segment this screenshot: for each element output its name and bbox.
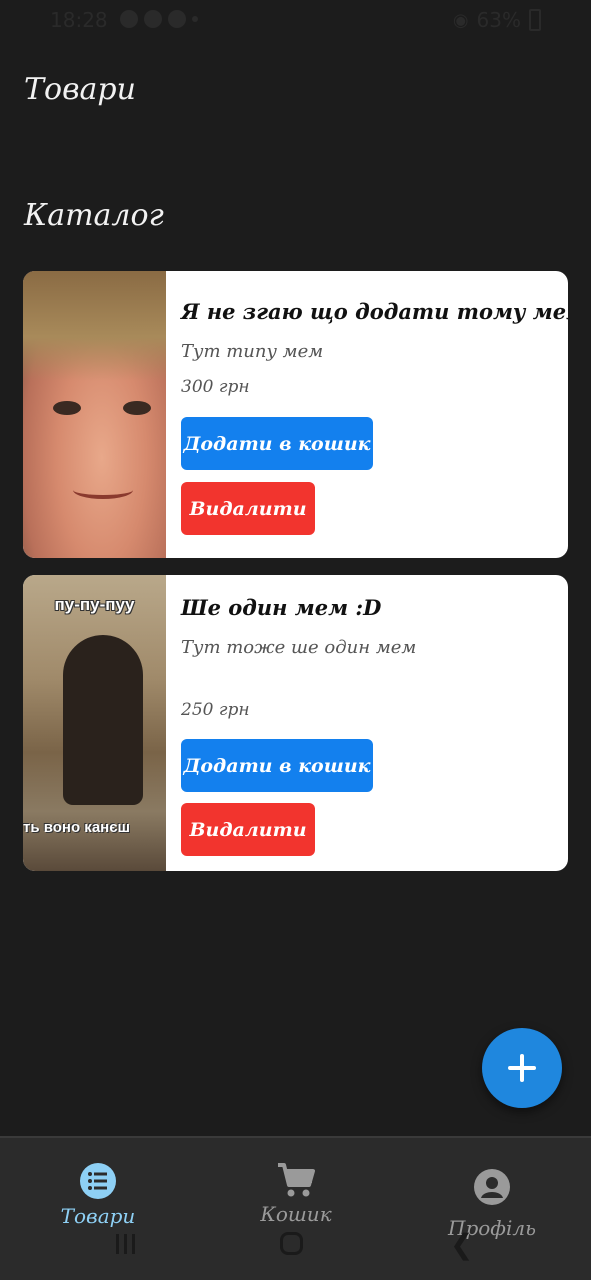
nav-item-profile[interactable]: Профіль <box>440 1138 544 1240</box>
profile-icon <box>474 1169 510 1205</box>
notification-icons <box>110 10 198 28</box>
product-description: Тут тоже ше один мем <box>181 637 417 658</box>
section-title: Каталог <box>24 198 164 233</box>
product-price: 300 грн <box>181 377 250 397</box>
product-card: Я не згаю що додати тому мем Тут типу ме… <box>23 271 568 558</box>
product-image: пу-пу-пуу ть воно канєш <box>23 575 166 871</box>
notification-icon <box>120 10 138 28</box>
status-time: 18:28 <box>50 8 108 32</box>
product-card: пу-пу-пуу ть воно канєш Ше один мем :D Т… <box>23 575 568 871</box>
recents-button[interactable] <box>116 1234 135 1254</box>
home-button[interactable] <box>280 1232 303 1255</box>
list-icon <box>80 1163 116 1199</box>
page-title: Товари <box>24 72 136 107</box>
battery-percent: 63% <box>476 8 521 32</box>
product-description: Тут типу мем <box>181 341 324 362</box>
telegram-icon <box>168 10 186 28</box>
system-navigation-bar: ❮ <box>0 1226 591 1266</box>
back-button[interactable]: ❮ <box>450 1228 473 1261</box>
product-image <box>23 271 166 558</box>
product-price: 250 грн <box>181 700 250 720</box>
status-right: ◉ 63% <box>453 8 541 32</box>
delete-button[interactable]: Видалити <box>181 482 315 535</box>
more-notifications-icon <box>192 16 198 22</box>
plus-icon <box>508 1054 536 1082</box>
nav-label: Кошик <box>260 1202 332 1226</box>
product-title: Ше один мем :D <box>181 595 382 620</box>
meme-caption-bottom: ть воно канєш <box>23 819 131 836</box>
cart-icon <box>278 1163 315 1197</box>
nav-label: Товари <box>60 1204 136 1228</box>
wifi-icon: ◉ <box>452 9 469 31</box>
status-bar: 18:28 ◉ 63% <box>0 0 591 40</box>
add-to-cart-button[interactable]: Додати в кошик <box>181 417 373 470</box>
add-product-fab[interactable] <box>482 1028 562 1108</box>
nav-item-cart[interactable]: Кошик <box>246 1138 346 1226</box>
weather-icon <box>144 10 162 28</box>
delete-button[interactable]: Видалити <box>181 803 315 856</box>
product-title: Я не згаю що додати тому мем <box>181 299 568 324</box>
battery-icon <box>529 9 541 31</box>
add-to-cart-button[interactable]: Додати в кошик <box>181 739 373 792</box>
nav-item-products[interactable]: Товари <box>50 1138 146 1228</box>
meme-caption-top: пу-пу-пуу <box>54 595 135 614</box>
